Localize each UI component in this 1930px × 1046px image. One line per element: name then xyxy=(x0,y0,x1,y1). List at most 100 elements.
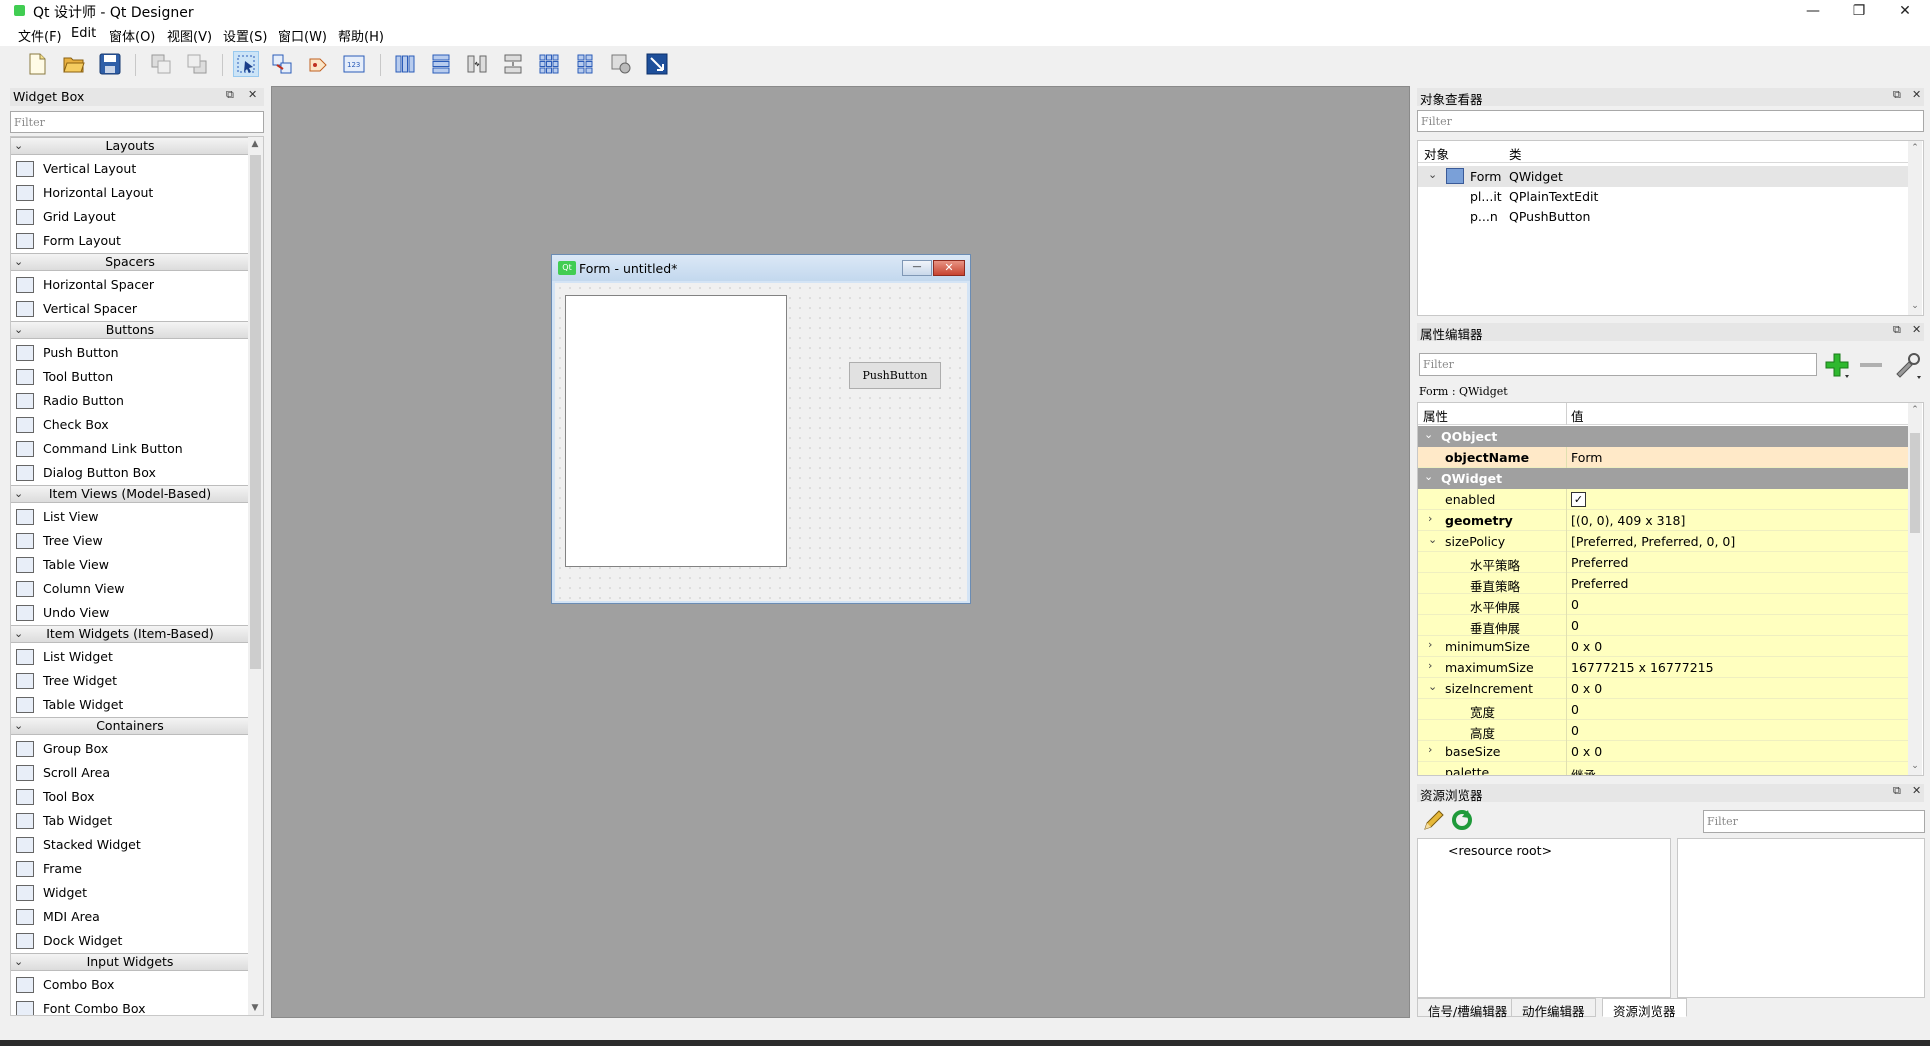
widget-item[interactable]: Dock Widget xyxy=(11,929,249,953)
property-value[interactable]: 0 xyxy=(1571,702,1579,717)
float-dock-icon[interactable]: ⧉ xyxy=(1893,784,1901,798)
scroll-up-icon[interactable]: ▲ xyxy=(248,137,262,151)
widget-item[interactable]: Tool Box xyxy=(11,785,249,809)
close-button[interactable]: ✕ xyxy=(1882,0,1928,22)
edit-resources-pencil-icon[interactable] xyxy=(1422,808,1446,832)
menu-file[interactable]: 文件(F) xyxy=(18,26,62,45)
property-value[interactable]: 0 x 0 xyxy=(1571,639,1602,654)
edit-widgets-icon[interactable] xyxy=(233,51,259,77)
property-value[interactable]: 继承 xyxy=(1571,765,1596,775)
widget-item[interactable]: Widget xyxy=(11,881,249,905)
scrollbar-thumb[interactable] xyxy=(1910,433,1920,533)
property-row[interactable]: 宽度 0 xyxy=(1418,699,1908,720)
chevron-down-icon[interactable]: ⌄ xyxy=(1428,168,1437,181)
object-tree-row[interactable]: pl...it QPlainTextEdit xyxy=(1418,186,1908,207)
widget-item[interactable]: Grid Layout xyxy=(11,205,249,229)
widget-item[interactable]: Tree View xyxy=(11,529,249,553)
layout-form-icon[interactable] xyxy=(572,51,598,77)
property-row[interactable]: › maximumSize 16777215 x 16777215 xyxy=(1418,657,1908,678)
menu-form[interactable]: 窗体(O) xyxy=(109,26,155,45)
widget-box-scrollbar[interactable]: ▲ ▼ xyxy=(248,137,263,1015)
widget-item[interactable]: Tab Widget xyxy=(11,809,249,833)
widget-item[interactable]: Combo Box xyxy=(11,973,249,997)
float-dock-icon[interactable]: ⧉ xyxy=(1893,88,1901,102)
close-dock-icon[interactable]: ✕ xyxy=(1912,784,1921,797)
chevron-right-icon[interactable]: › xyxy=(1428,512,1432,525)
widget-item[interactable]: Tool Button xyxy=(11,365,249,389)
widget-category-header[interactable]: ⌄ Item Views (Model-Based) xyxy=(11,485,249,503)
property-value[interactable]: 16777215 x 16777215 xyxy=(1571,660,1714,675)
remove-dynamic-property-icon[interactable] xyxy=(1858,357,1884,373)
widget-item[interactable]: Push Button xyxy=(11,341,249,365)
float-dock-icon[interactable]: ⧉ xyxy=(1893,323,1901,337)
widget-item[interactable]: MDI Area xyxy=(11,905,249,929)
property-row[interactable]: ⌄ sizePolicy [Preferred, Preferred, 0, 0] xyxy=(1418,531,1908,552)
property-group-header[interactable]: ⌄ QWidget xyxy=(1418,468,1908,489)
plain-text-edit[interactable] xyxy=(565,295,787,567)
widget-item[interactable]: Undo View xyxy=(11,601,249,625)
chevron-down-icon[interactable]: ⌄ xyxy=(1424,470,1433,483)
tab-action-editor[interactable]: 动作编辑器 xyxy=(1511,998,1596,1019)
widget-category-header[interactable]: ⌄ Item Widgets (Item-Based) xyxy=(11,625,249,643)
menu-help[interactable]: 帮助(H) xyxy=(338,26,384,45)
send-to-back-icon[interactable] xyxy=(148,51,174,77)
property-value[interactable]: Form xyxy=(1571,450,1603,465)
scroll-down-icon[interactable]: ⌄ xyxy=(1908,299,1922,313)
layout-grid-icon[interactable] xyxy=(536,51,562,77)
widget-category-header[interactable]: ⌄ Containers xyxy=(11,717,249,735)
object-inspector-filter-input[interactable]: Filter xyxy=(1417,110,1924,132)
close-dock-icon[interactable]: ✕ xyxy=(1912,88,1921,101)
tab-signals-slots[interactable]: 信号/槽编辑器 xyxy=(1417,998,1519,1019)
edit-buddies-icon[interactable] xyxy=(305,51,331,77)
layout-vertical-splitter-icon[interactable] xyxy=(500,51,526,77)
widget-item[interactable]: Horizontal Spacer xyxy=(11,273,249,297)
minimize-button[interactable]: — xyxy=(1790,0,1836,22)
widget-item[interactable]: Table Widget xyxy=(11,693,249,717)
widget-item[interactable]: Tree Widget xyxy=(11,669,249,693)
form-minimize-button[interactable]: — xyxy=(902,260,932,276)
chevron-right-icon[interactable]: › xyxy=(1428,659,1432,672)
scrollbar-thumb[interactable] xyxy=(250,155,261,669)
property-row[interactable]: › geometry [(0, 0), 409 x 318] xyxy=(1418,510,1908,531)
menu-edit[interactable]: Edit xyxy=(71,26,96,41)
widget-item[interactable]: Column View xyxy=(11,577,249,601)
object-tree-scrollbar[interactable]: ⌃ ⌄ xyxy=(1908,141,1922,315)
property-value[interactable]: 0 xyxy=(1571,597,1579,612)
property-value[interactable]: 0 x 0 xyxy=(1571,681,1602,696)
menu-view[interactable]: 视图(V) xyxy=(167,26,212,45)
widget-item[interactable]: Horizontal Layout xyxy=(11,181,249,205)
menu-settings[interactable]: 设置(S) xyxy=(223,26,267,45)
chevron-down-icon[interactable]: ⌄ xyxy=(1424,428,1433,441)
property-value[interactable]: 0 x 0 xyxy=(1571,744,1602,759)
widget-item[interactable]: Vertical Layout xyxy=(11,157,249,181)
property-row[interactable]: 水平策略 Preferred xyxy=(1418,552,1908,573)
edit-signals-slots-icon[interactable] xyxy=(269,51,295,77)
property-row[interactable]: palette 继承 xyxy=(1418,762,1908,775)
property-value[interactable]: Preferred xyxy=(1571,555,1628,570)
widget-item[interactable]: Scroll Area xyxy=(11,761,249,785)
configure-wrench-icon[interactable] xyxy=(1893,350,1923,380)
property-row[interactable]: objectName Form xyxy=(1418,447,1908,468)
break-layout-icon[interactable] xyxy=(608,51,634,77)
property-filter-input[interactable]: Filter xyxy=(1419,353,1817,376)
widget-item[interactable]: List Widget xyxy=(11,645,249,669)
widget-item[interactable]: Font Combo Box xyxy=(11,997,249,1015)
reload-resources-icon[interactable] xyxy=(1450,808,1474,832)
add-dynamic-property-icon[interactable] xyxy=(1822,350,1852,380)
object-tree-row[interactable]: p...n QPushButton xyxy=(1418,206,1908,227)
widget-item[interactable]: Group Box xyxy=(11,737,249,761)
widget-item[interactable]: List View xyxy=(11,505,249,529)
widget-box-filter-input[interactable]: Filter xyxy=(10,111,264,133)
widget-item[interactable]: Table View xyxy=(11,553,249,577)
property-row[interactable]: 垂直伸展 0 xyxy=(1418,615,1908,636)
widget-item[interactable]: Frame xyxy=(11,857,249,881)
form-close-button[interactable]: ✕ xyxy=(933,260,965,276)
layout-horizontal-splitter-icon[interactable] xyxy=(464,51,490,77)
push-button[interactable]: PushButton xyxy=(849,362,941,389)
widget-category-header[interactable]: ⌄ Spacers xyxy=(11,253,249,271)
property-table-scrollbar[interactable]: ⌃ ⌄ xyxy=(1908,403,1922,775)
widget-category-header[interactable]: ⌄ Buttons xyxy=(11,321,249,339)
property-row[interactable]: ⌄ sizeIncrement 0 x 0 xyxy=(1418,678,1908,699)
property-value[interactable]: [Preferred, Preferred, 0, 0] xyxy=(1571,534,1735,549)
chevron-right-icon[interactable]: › xyxy=(1428,743,1432,756)
